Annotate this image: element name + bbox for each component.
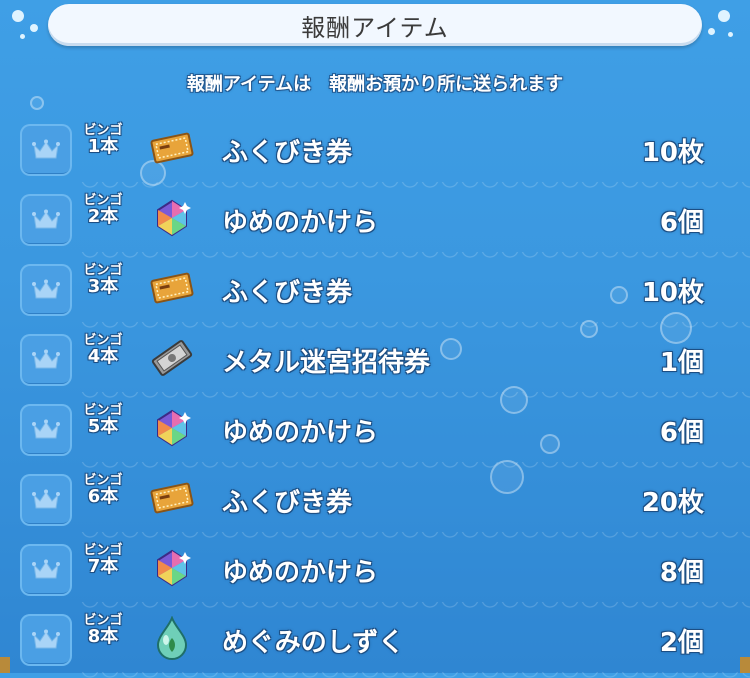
bingo-line-label: ビンゴ 6本 (80, 474, 126, 507)
blessing-drop-icon (150, 616, 194, 660)
item-quantity: 2個 (659, 628, 704, 658)
item-quantity: 10枚 (641, 278, 704, 308)
bingo-count: 5本 (87, 415, 119, 437)
item-quantity: 20枚 (641, 488, 704, 518)
reward-row: ビンゴ 3本 ふくびき券 10枚 (0, 258, 750, 328)
item-name: ふくびき券 (222, 138, 353, 168)
dream-shard-icon (150, 546, 194, 590)
ticket-icon (150, 266, 194, 310)
bingo-line-label: ビンゴ 5本 (80, 404, 126, 437)
item-quantity: 6個 (659, 418, 704, 448)
crown-icon (20, 334, 72, 386)
crown-icon (20, 404, 72, 456)
page-title: 報酬アイテム (301, 13, 449, 42)
crown-icon (20, 614, 72, 666)
title-bar: 報酬アイテム (48, 4, 702, 46)
reward-row: ビンゴ 6本 ふくびき券 20枚 (0, 468, 750, 538)
item-quantity: 1個 (659, 348, 704, 378)
reward-row: ビンゴ 7本 ゆめのかけら 8個 (0, 538, 750, 608)
bingo-count: 6本 (87, 485, 119, 507)
bingo-count: 7本 (87, 555, 119, 577)
bingo-count: 2本 (87, 205, 119, 227)
item-name: ゆめのかけら (222, 418, 379, 448)
bingo-line-label: ビンゴ 7本 (80, 544, 126, 577)
item-quantity: 6個 (659, 208, 704, 238)
crown-icon (20, 474, 72, 526)
reward-row: ビンゴ 8本 めぐみのしずく 2個 (0, 608, 750, 678)
reward-list: ビンゴ 1本 ふくびき券 10枚 ビンゴ 2本 ゆめのかけら 6個 ビンゴ 3本 ふくびき券 10枚ビ… (0, 118, 750, 678)
bingo-line-label: ビンゴ 4本 (80, 334, 126, 367)
reward-row: ビンゴ 4本 メタル迷宮招待券 1個 (0, 328, 750, 398)
bingo-line-label: ビンゴ 1本 (80, 124, 126, 157)
dream-shard-icon (150, 406, 194, 450)
item-name: ゆめのかけら (222, 208, 379, 238)
bingo-count: 1本 (87, 135, 119, 157)
crown-icon (20, 544, 72, 596)
ticket-icon (150, 476, 194, 520)
bingo-count: 4本 (87, 345, 119, 367)
reward-row: ビンゴ 2本 ゆめのかけら 6個 (0, 188, 750, 258)
bingo-line-label: ビンゴ 2本 (80, 194, 126, 227)
metal-ticket-icon (150, 336, 194, 380)
item-name: ふくびき券 (222, 278, 353, 308)
bingo-line-label: ビンゴ 8本 (80, 614, 126, 647)
item-name: メタル迷宮招待券 (222, 348, 431, 378)
bubble-decoration (30, 96, 44, 110)
frame-edge-right (740, 657, 750, 673)
crown-icon (20, 124, 72, 176)
corner-bubbles-left (0, 6, 48, 46)
crown-icon (20, 194, 72, 246)
ticket-icon (150, 126, 194, 170)
frame-edge-left (0, 657, 10, 673)
corner-bubbles-right (702, 6, 750, 46)
reward-row: ビンゴ 1本 ふくびき券 10枚 (0, 118, 750, 188)
item-quantity: 10枚 (641, 138, 704, 168)
reward-notice: 報酬アイテムは 報酬お預かり所に送られます (186, 74, 564, 95)
bingo-count: 8本 (87, 625, 119, 647)
item-name: めぐみのしずく (222, 628, 405, 658)
item-quantity: 8個 (659, 558, 704, 588)
bingo-line-label: ビンゴ 3本 (80, 264, 126, 297)
item-name: ふくびき券 (222, 488, 353, 518)
dream-shard-icon (150, 196, 194, 240)
reward-row: ビンゴ 5本 ゆめのかけら 6個 (0, 398, 750, 468)
bingo-count: 3本 (87, 275, 119, 297)
item-name: ゆめのかけら (222, 558, 379, 588)
crown-icon (20, 264, 72, 316)
